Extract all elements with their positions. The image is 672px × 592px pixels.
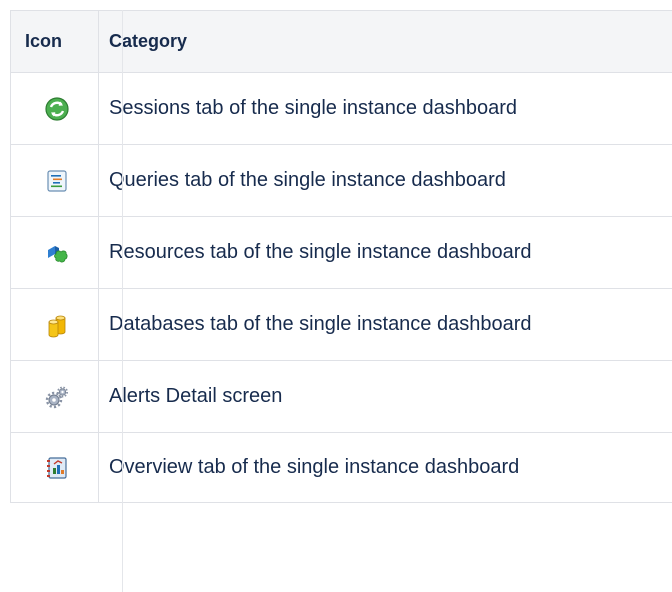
queries-icon xyxy=(46,169,67,192)
icon-cell xyxy=(10,144,99,217)
table-row: Overview tab of the single instance dash… xyxy=(10,432,672,503)
icon-cell xyxy=(10,72,99,145)
category-cell: Queries tab of the single instance dashb… xyxy=(98,144,672,217)
table-row: Sessions tab of the single instance dash… xyxy=(10,72,672,145)
icon-cell xyxy=(10,432,99,503)
table-header-row: Icon Category xyxy=(10,10,672,73)
table-row: Queries tab of the single instance dashb… xyxy=(10,144,672,217)
icon-category-table: Icon Category Sessions tab of the single… xyxy=(10,10,672,503)
databases-icon xyxy=(48,315,65,337)
header-icon: Icon xyxy=(10,10,99,73)
table-row: Databases tab of the single instance das… xyxy=(10,288,672,361)
category-cell: Alerts Detail screen xyxy=(98,360,672,433)
icon-cell xyxy=(10,216,99,289)
page: Icon Category Sessions tab of the single… xyxy=(0,0,672,592)
category-cell: Sessions tab of the single instance dash… xyxy=(98,72,672,145)
category-cell: Overview tab of the single instance dash… xyxy=(98,432,672,503)
resources-icon xyxy=(47,245,67,262)
icon-cell xyxy=(10,360,99,433)
category-cell: Databases tab of the single instance das… xyxy=(98,288,672,361)
header-category: Category xyxy=(98,10,672,73)
table-row: Resources tab of the single instance das… xyxy=(10,216,672,289)
sessions-icon xyxy=(44,96,69,121)
alerts-gears-icon xyxy=(45,386,68,408)
icon-cell xyxy=(10,288,99,361)
overview-icon xyxy=(46,456,67,479)
category-cell: Resources tab of the single instance das… xyxy=(98,216,672,289)
table-row: Alerts Detail screen xyxy=(10,360,672,433)
